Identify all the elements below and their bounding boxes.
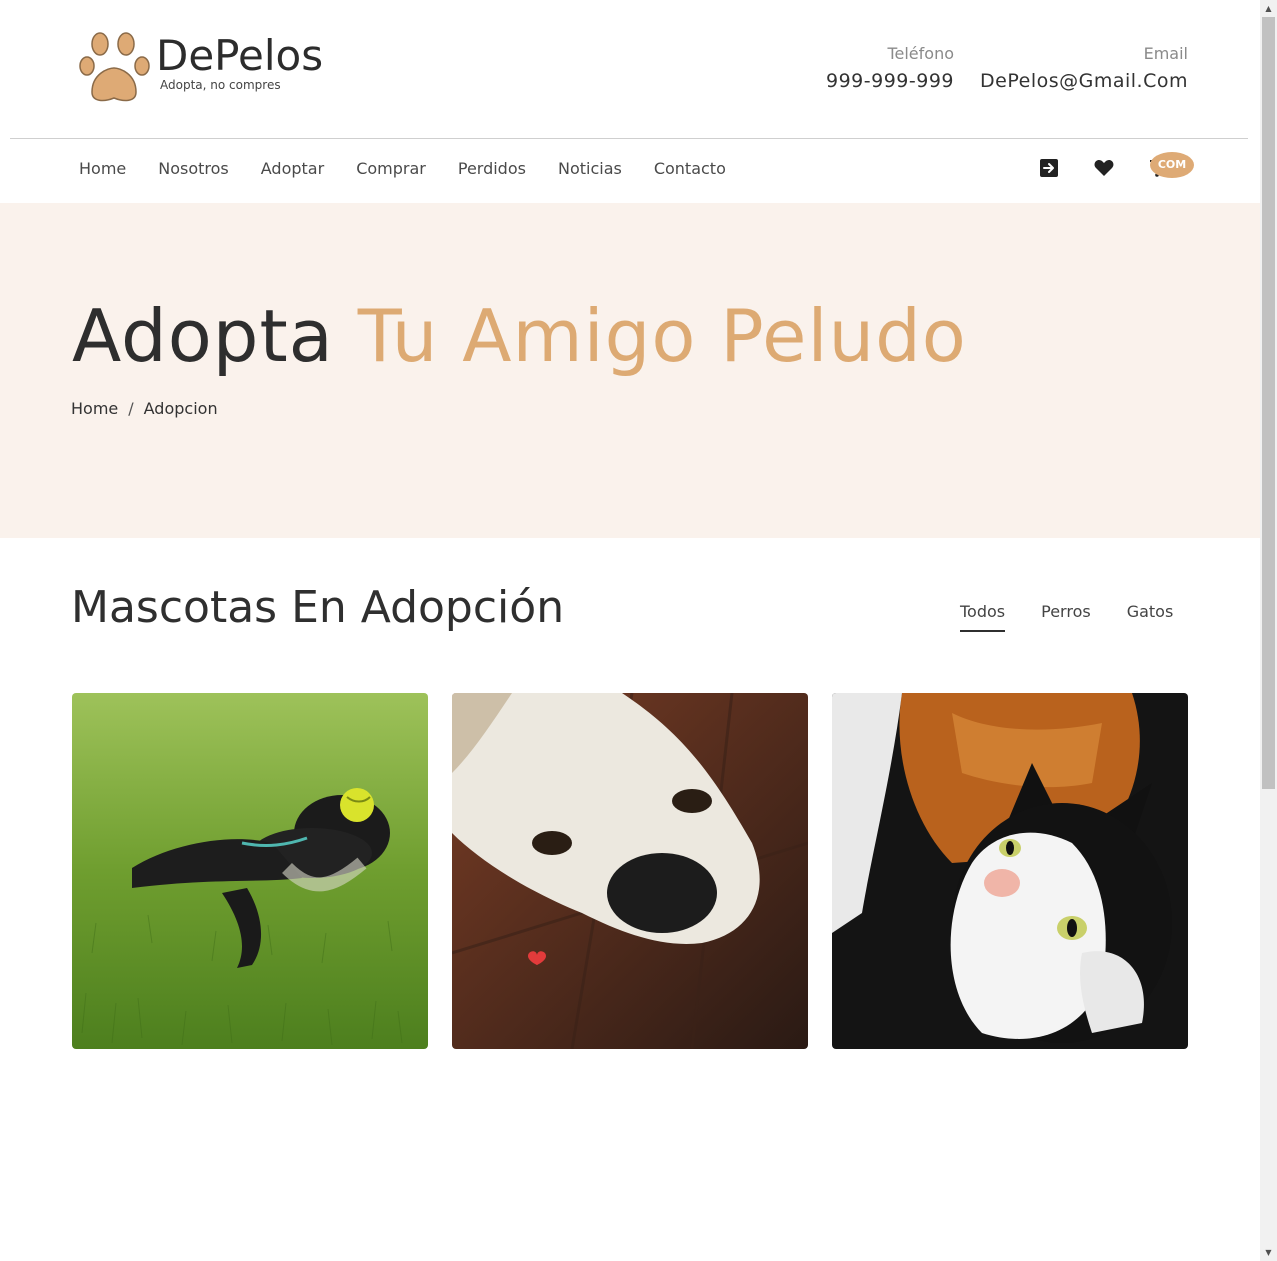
scroll-thumb[interactable] [1262,17,1275,789]
section-title: Mascotas En Adopción [71,582,565,633]
email-contact: Email DePelos@Gmail.Com [980,44,1188,92]
cat-photo [832,693,1188,1049]
filter-gatos[interactable]: Gatos [1127,602,1174,632]
nav-item-contacto[interactable]: Contacto [654,159,726,179]
nav-item-noticias[interactable]: Noticias [558,159,622,179]
nav-item-nosotros[interactable]: Nosotros [158,159,229,179]
hero-title-accent: Tu Amigo Peludo [357,294,967,378]
pet-card-cat[interactable] [832,693,1188,1049]
brand-name: DePelos [156,31,324,80]
pet-filters: Todos Perros Gatos [960,602,1209,632]
header: DePelos Adopta, no compres Teléfono 999-… [0,0,1260,138]
breadcrumb-separator: / [128,399,134,418]
email-value[interactable]: DePelos@Gmail.Com [980,70,1188,92]
email-label: Email [1143,44,1188,63]
nav-icons: COM [1038,152,1198,187]
hero-title: Adopta Tu Amigo Peludo [72,291,967,381]
nav-links: Home Nosotros Adoptar Comprar Perdidos N… [79,159,758,179]
page: DePelos Adopta, no compres Teléfono 999-… [0,0,1260,1261]
black-dog-photo [72,693,428,1049]
phone-label: Teléfono [887,44,954,63]
logo-text: DePelos Adopta, no compres [156,30,323,92]
hero-banner: Adopta Tu Amigo Peludo Home / Adopcion [0,203,1260,538]
scroll-down-arrow-icon[interactable]: ▼ [1260,1244,1277,1261]
nav-item-perdidos[interactable]: Perdidos [458,159,526,179]
phone-value[interactable]: 999-999-999 [826,70,954,92]
pet-card-dog-white[interactable] [452,693,808,1049]
filter-todos[interactable]: Todos [960,602,1006,632]
breadcrumb-current: Adopcion [143,399,218,418]
hero-title-main: Adopta [72,294,334,378]
scroll-up-arrow-icon[interactable]: ▲ [1260,0,1277,17]
logo[interactable]: DePelos Adopta, no compres [78,30,338,110]
pet-card-dog-black[interactable] [72,693,428,1049]
nav-item-comprar[interactable]: Comprar [356,159,426,179]
login-icon[interactable] [1038,157,1060,179]
main-nav: Home Nosotros Adoptar Comprar Perdidos N… [0,139,1260,203]
breadcrumb-home[interactable]: Home [71,399,118,418]
paw-logo-icon [79,32,150,102]
nav-item-adoptar[interactable]: Adoptar [261,159,324,179]
white-dog-photo [452,693,808,1049]
page-scrollbar[interactable]: ▲ ▼ [1260,0,1277,1261]
nav-item-home[interactable]: Home [79,159,126,179]
phone-contact: Teléfono 999-999-999 [826,44,954,92]
filter-perros[interactable]: Perros [1041,602,1091,632]
cart-badge[interactable]: COM [1150,152,1194,178]
heart-icon[interactable] [1093,157,1115,179]
breadcrumb: Home / Adopcion [71,399,218,418]
